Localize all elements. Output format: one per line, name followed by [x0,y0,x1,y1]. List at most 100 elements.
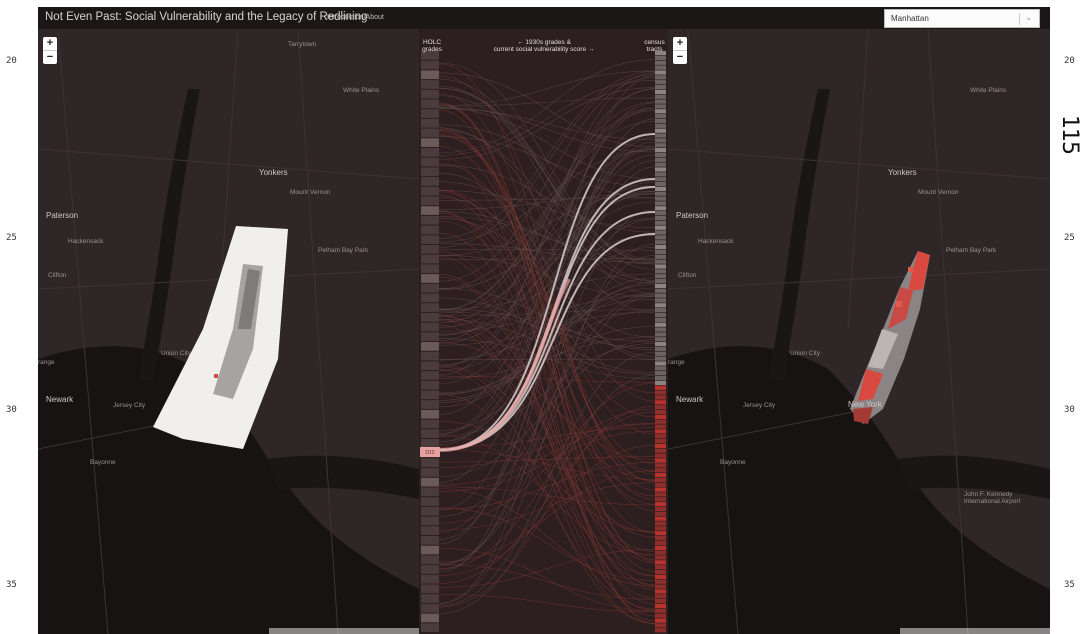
census-tract-segment [655,118,666,124]
left-map[interactable]: + − Yonkers Paterson Mount Vernon Hacken… [38,29,419,634]
census-tract-segment [655,104,666,109]
flow-diagram[interactable]: HOLC grades ← 1930s grades & current soc… [419,29,668,634]
census-tract-segment [655,346,666,352]
holc-grade-segment [421,118,439,128]
label-paterson: Paterson [46,211,79,220]
census-tract-segment [655,99,666,104]
zoom-in-button[interactable]: + [673,37,687,51]
holc-grade-segment [421,254,439,264]
census-tract-segment [655,235,666,240]
census-tract-segment [655,579,666,584]
line-number-25-right: 25 [1064,233,1075,243]
census-tract-segment [655,545,666,550]
census-tract-segment [655,439,666,444]
holc-grade-segment [421,545,439,555]
holc-grade-segment [421,148,439,157]
census-tract-segment [655,395,666,400]
holc-grade-segment [421,128,439,138]
census-tract-segment [655,506,666,512]
census-tract-segment [655,419,666,424]
holc-grade-segment [421,177,439,186]
holc-grade-segment [421,283,439,293]
center-header-line1: ← 1930s grades & [517,39,571,46]
label-bayonne: Bayonne [90,459,116,466]
census-tract-segment [655,516,666,521]
label-tarrytown: Tarrytown [288,41,317,48]
census-tract-segment [655,375,666,381]
census-tract-segment [655,327,666,332]
census-tract-segment [655,206,666,211]
census-tract-segment [655,298,666,303]
census-tract-segment [655,201,666,206]
holc-grade-segment [421,89,439,99]
holc-grade-segment [421,274,439,283]
zoom-in-button[interactable]: + [43,37,57,51]
census-tract-segment [655,128,666,133]
label-orange: range [38,359,55,366]
census-tract-segment [655,540,666,546]
census-tract-segment [655,608,666,613]
holc-grade-segment [421,429,439,438]
right-map[interactable]: + − Yonkers Paterson Mount Vernon Hacken… [668,29,1050,634]
census-tract-segment [655,623,666,628]
line-number-25: 25 [6,233,17,243]
census-tract-segment [655,560,666,565]
borough-select[interactable]: Manhattan ⌄ [884,9,1040,28]
census-tract-segment [655,434,666,439]
census-tract-segment [655,618,666,623]
line-number-20: 20 [6,56,17,66]
holc-grade-segment [421,565,439,574]
intro-about-link[interactable]: Introduction/About [327,14,384,21]
census-tract-segment [655,390,666,395]
census-tract-segment [655,148,666,153]
census-tract-segment [655,429,666,434]
holc-grade-segment [421,380,439,390]
zoom-out-button[interactable]: − [43,51,57,64]
census-tract-segment [655,603,666,609]
label-pelham: Pelham Bay Park [318,247,369,254]
label-white-plains: White Plains [970,87,1007,94]
census-tract-segment [655,249,666,255]
holc-grade-segment [421,342,439,351]
holc-grade-segment [421,157,439,167]
holc-grade-segment [421,594,439,603]
holc-grade-segment [421,516,439,526]
holc-grade-segment [421,603,439,613]
label-white-plains: White Plains [343,87,380,94]
holc-grade-segment [421,196,439,206]
census-tract-segment [655,308,666,313]
right-zoom-control: + − [673,37,687,64]
label-hackensack: Hackensack [698,238,734,245]
holc-grade-segment [421,225,439,235]
census-tract-segment [655,225,666,230]
chevron-down-icon[interactable]: ⌄ [1025,12,1033,23]
holc-grade-segment [421,60,439,70]
census-tract-segment [655,254,666,259]
census-tract-segment [655,177,666,182]
label-hackensack: Hackensack [68,238,104,245]
label-clifton: Clifton [48,272,67,279]
census-tract-segment [655,65,666,70]
census-tract-segment [655,181,666,187]
label-newark: Newark [46,395,74,404]
holc-grade-segment [421,574,439,584]
holc-grade-segment [421,477,439,487]
holc-grade-segment [421,371,439,380]
label-pelham: Pelham Bay Park [946,247,997,254]
zoom-out-button[interactable]: − [673,51,687,64]
census-tract-segment [655,463,666,468]
census-tract-segment [655,269,666,274]
label-jersey-city: Jersey City [743,402,776,409]
holc-grade-segment [421,468,439,477]
census-tract-segment [655,526,666,531]
census-tract-segment [655,405,666,410]
census-tract-segment [655,332,666,337]
holc-header-line1: HOLC [422,39,442,46]
census-tract-segment [655,555,666,560]
census-tract-segment [655,492,666,497]
line-number-35-right: 35 [1064,580,1075,590]
census-tract-segment [655,274,666,279]
borough-select-value: Manhattan [891,14,929,23]
census-tract-segment [655,497,666,502]
holc-grade-segment [421,186,439,196]
